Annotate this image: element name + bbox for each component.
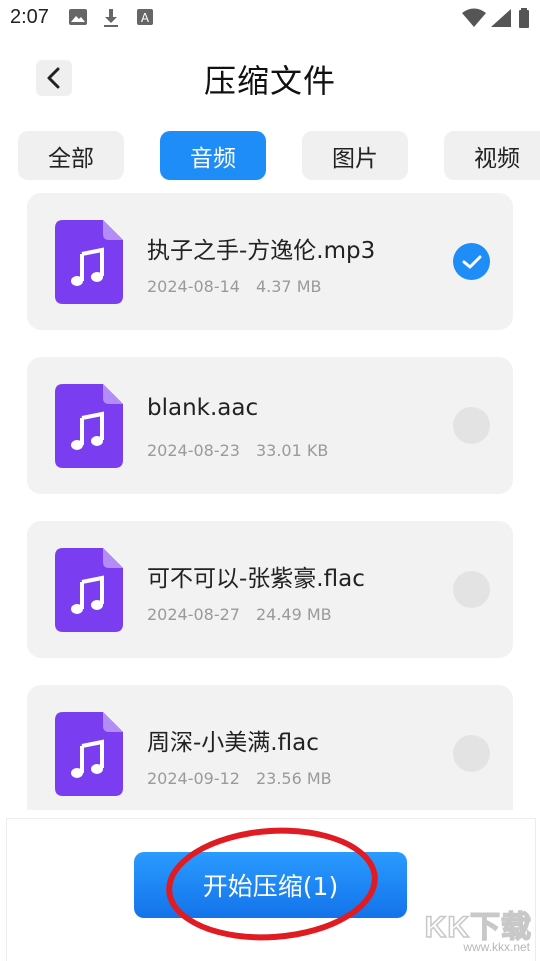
file-size: 23.56 MB — [255, 769, 332, 788]
file-meta: 2024-08-23 33.01 KB — [147, 441, 328, 460]
file-checkbox[interactable] — [453, 407, 490, 444]
file-name: 可不可以-张紫豪.flac — [147, 566, 365, 592]
status-bar: 2:07 A — [0, 0, 540, 36]
file-size: 4.37 MB — [255, 277, 322, 296]
wifi-icon — [462, 8, 486, 27]
checkmark-icon — [462, 255, 481, 268]
app-notification-icon: A — [137, 9, 153, 25]
file-checkbox[interactable] — [453, 571, 490, 608]
tab-video[interactable]: 视频 — [444, 131, 540, 180]
file-date: 2024-09-12 — [147, 769, 240, 788]
file-meta: 2024-08-14 4.37 MB — [147, 277, 321, 296]
svg-text:A: A — [141, 11, 150, 25]
watermark-url: www.kkx.net — [463, 940, 530, 954]
signal-icon — [491, 9, 511, 27]
start-compress-button[interactable]: 开始压缩(1) — [134, 852, 407, 918]
audio-file-icon — [55, 548, 123, 632]
file-checkbox[interactable] — [453, 735, 490, 772]
file-date: 2024-08-27 — [147, 605, 240, 624]
file-name: 周深-小美满.flac — [147, 730, 319, 756]
file-name: blank.aac — [147, 395, 259, 421]
download-notification-icon — [104, 9, 118, 27]
file-meta: 2024-09-12 23.56 MB — [147, 769, 332, 788]
file-name: 执子之手-方逸伦.mp3 — [147, 238, 376, 264]
tab-images[interactable]: 图片 — [302, 131, 408, 180]
file-item[interactable]: 可不可以-张紫豪.flac 2024-08-27 24.49 MB — [27, 521, 513, 658]
status-time: 2:07 — [10, 6, 49, 28]
file-item[interactable]: 周深-小美满.flac 2024-09-12 23.56 MB — [27, 685, 513, 810]
image-notification-icon — [69, 9, 87, 25]
tab-audio[interactable]: 音频 — [160, 131, 266, 180]
file-date: 2024-08-14 — [147, 277, 240, 296]
audio-file-icon — [55, 712, 123, 796]
file-size: 24.49 MB — [255, 605, 332, 624]
file-checkbox-checked[interactable] — [453, 243, 490, 280]
file-size: 33.01 KB — [255, 441, 329, 460]
file-list: 执子之手-方逸伦.mp3 2024-08-14 4.37 MB blank.aac… — [0, 190, 540, 810]
watermark: KK下载 www.kkx.net — [420, 900, 538, 960]
file-item[interactable]: blank.aac 2024-08-23 33.01 KB — [27, 357, 513, 494]
file-item[interactable]: 执子之手-方逸伦.mp3 2024-08-14 4.37 MB — [27, 193, 513, 330]
tab-all[interactable]: 全部 — [18, 131, 124, 180]
audio-file-icon — [55, 220, 123, 304]
battery-icon — [519, 8, 529, 28]
file-meta: 2024-08-27 24.49 MB — [147, 605, 332, 624]
file-date: 2024-08-23 — [147, 441, 240, 460]
audio-file-icon — [55, 384, 123, 468]
page-title: 压缩文件 — [203, 62, 336, 100]
